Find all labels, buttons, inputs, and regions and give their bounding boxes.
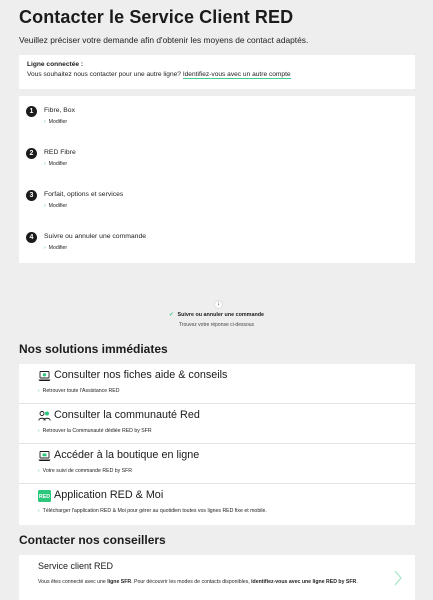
selected-request-hint: Trouvez votre réponse ci-dessous — [178, 322, 255, 328]
other-line-question: Vous souhaitez nous contacter pour une a… — [27, 71, 407, 79]
solution-subtitle: › Retrouver toute l'Assistance RED — [38, 388, 120, 394]
solution-subtitle: › Retrouver la Communauté dédiée RED by S… — [38, 428, 152, 434]
service-client-card[interactable]: Service client RED Vous êtes connecté av… — [19, 555, 415, 600]
solution-title: Consulter la communauté Red — [54, 409, 200, 421]
selected-request-label: Suivre ou annuler une commande — [177, 312, 265, 318]
advisors-heading: Contacter nos conseillers — [19, 533, 166, 547]
chevron-right-icon: › — [38, 388, 40, 394]
selected-request: ✓ Suivre ou annuler une commande — [0, 312, 433, 318]
chevron-right-icon[interactable] — [393, 570, 403, 586]
step-modify-label: Modifier — [48, 203, 68, 209]
page-title: Contacter le Service Client RED — [19, 7, 294, 27]
chevron-right-icon: › — [38, 468, 40, 474]
solution-subtitle: › Télécharger l'application RED & Moi pou… — [38, 508, 267, 514]
step-number: 3 — [26, 190, 37, 201]
other-line-question-text: Vous souhaitez nous contacter pour une a… — [27, 71, 181, 78]
step-number: 2 — [26, 148, 37, 159]
connected-line-label: Ligne connectée : — [27, 61, 84, 68]
solution-subtitle-text: Retrouver la Communauté dédiée RED by SF… — [42, 428, 152, 434]
chevron-right-icon: › — [44, 203, 46, 209]
step-title: Suivre ou annuler une commande — [44, 233, 147, 240]
service-client-line-type: ligne SFR — [107, 579, 132, 585]
laptop-help-icon — [38, 371, 51, 381]
solutions-heading: Nos solutions immédiates — [19, 342, 168, 356]
page-intro: Veuillez préciser votre demande afin d'o… — [19, 35, 309, 45]
step-title: Fibre, Box — [44, 107, 75, 114]
chevron-right-icon: › — [44, 245, 46, 251]
service-client-text-end: . — [356, 579, 358, 585]
step-title: Forfait, options et services — [44, 191, 124, 198]
solution-title: Accéder à la boutique en ligne — [54, 449, 200, 461]
solution-title: Consulter nos fiches aide & conseils — [54, 369, 228, 381]
solution-title: Application RED & Moi — [54, 489, 164, 501]
arrow-down-icon: ↓ — [214, 300, 223, 309]
chevron-right-icon: › — [38, 508, 40, 514]
solution-community[interactable]: Consulter la communauté Red › Retrouver l… — [19, 404, 415, 444]
service-client-title: Service client RED — [38, 561, 114, 571]
step-number: 4 — [26, 232, 37, 243]
step-modify-label: Modifier — [48, 161, 68, 167]
red-app-icon: RED — [38, 490, 51, 502]
request-steps-card: 1 Fibre, Box › Modifier 2 RED Fibre › Modi… — [19, 96, 415, 263]
step-modify-link[interactable]: › Modifier — [44, 119, 67, 125]
service-client-text: Vous êtes connecté avec une ligne SFR. P… — [38, 578, 398, 586]
service-client-text-mid: . Pour découvrir les modes de contacts d… — [131, 579, 252, 585]
other-account-link[interactable]: Identifiez-vous avec un autre compte — [182, 71, 291, 79]
solution-subtitle-text: Votre suivi de commande RED by SFR — [42, 468, 133, 474]
step-modify-link[interactable]: › Modifier — [44, 203, 67, 209]
identify-red-line-link[interactable]: identifiez-vous avec une ligne RED by SF… — [251, 579, 356, 585]
solution-subtitle: › Votre suivi de commande RED by SFR — [38, 468, 132, 474]
service-client-text-pre: Vous êtes connecté avec une — [38, 579, 108, 585]
step-modify-label: Modifier — [48, 245, 68, 251]
solution-subtitle-text: Retrouver toute l'Assistance RED — [42, 388, 120, 394]
chevron-right-icon: › — [44, 161, 46, 167]
step-modify-label: Modifier — [48, 119, 68, 125]
step-modify-link[interactable]: › Modifier — [44, 245, 67, 251]
community-icon — [38, 411, 51, 421]
chevron-right-icon: › — [44, 119, 46, 125]
step-modify-link[interactable]: › Modifier — [44, 161, 67, 167]
shop-laptop-icon — [38, 451, 51, 461]
solutions-list: Consulter nos fiches aide & conseils › Re… — [19, 364, 415, 525]
chevron-right-icon: › — [38, 428, 40, 434]
step-number: 1 — [26, 106, 37, 117]
check-icon: ✓ — [168, 312, 174, 318]
solution-online-shop[interactable]: Accéder à la boutique en ligne › Votre su… — [19, 444, 415, 484]
red-app-icon-badge: RED — [39, 494, 50, 500]
connected-line-card: Ligne connectée : Vous souhaitez nous co… — [19, 55, 415, 89]
solution-subtitle-text: Télécharger l'application RED & Moi pour… — [42, 508, 267, 514]
solution-help-articles[interactable]: Consulter nos fiches aide & conseils › Re… — [19, 364, 415, 404]
solution-red-app[interactable]: RED Application RED & Moi › Télécharger l… — [19, 484, 415, 524]
step-title: RED Fibre — [44, 149, 76, 156]
